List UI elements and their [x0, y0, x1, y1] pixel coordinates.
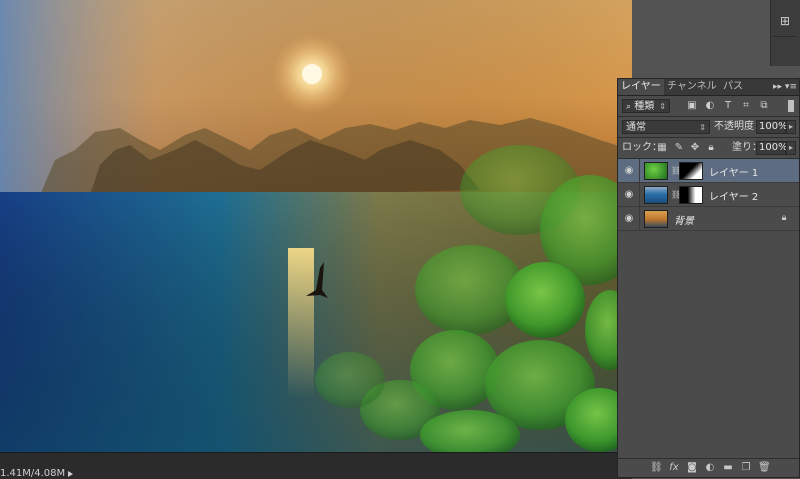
status-menu-arrow-icon[interactable] — [68, 471, 73, 477]
tab-paths[interactable]: パス — [720, 79, 746, 95]
filter-kind-value: 種類 — [634, 101, 655, 112]
adjustment-filter-icon[interactable]: ◐ — [704, 100, 716, 112]
chevron-down-icon: ⇕ — [699, 123, 706, 132]
canvas-image[interactable] — [0, 0, 632, 452]
chain-link-icon[interactable]: ⛓︎ — [671, 190, 681, 200]
document-canvas-area[interactable]: 1.41M/4.08M — [0, 0, 632, 479]
layer-name[interactable]: レイヤー 1 — [709, 164, 758, 179]
layer-thumbnail[interactable] — [644, 186, 668, 204]
panel-tab-bar: レイヤー チャンネル パス ▸▸ ▾≡ — [618, 79, 799, 96]
opacity-input[interactable]: 100% — [756, 120, 788, 134]
lock-image-brush-icon[interactable]: ✎ — [673, 142, 685, 154]
pixel-filter-icon[interactable]: ▣ — [686, 100, 698, 112]
fill-input[interactable]: 100% — [756, 141, 788, 155]
eye-icon[interactable]: ◉ — [623, 165, 635, 177]
opacity-slider-arrow-icon[interactable]: ▸ — [786, 120, 796, 134]
link-layers-icon[interactable]: ⛓︎ — [650, 462, 663, 474]
layer-row-layer-1[interactable]: ◉ ⛓︎ レイヤー 1 — [618, 159, 799, 183]
new-layer-icon[interactable]: ❐ — [740, 462, 752, 474]
composite-artwork — [0, 0, 632, 452]
adjustment-icon[interactable]: ◐ — [704, 462, 716, 474]
visibility-column-divider — [639, 207, 640, 231]
visibility-column-divider — [639, 159, 640, 183]
trash-icon[interactable]: 🗑︎ — [758, 462, 771, 474]
tab-channels[interactable]: チャンネル — [664, 79, 720, 95]
blend-row: 通常 ⇕ 不透明度： 100% ▸ — [618, 117, 799, 137]
blend-mode-select[interactable]: 通常 ⇕ — [622, 120, 710, 134]
lock-all-icon[interactable]: 🔒︎ — [705, 142, 717, 154]
folder-icon[interactable]: ▬ — [722, 462, 734, 474]
visibility-column-divider — [639, 183, 640, 207]
layer-row-layer-2[interactable]: ◉ ⛓︎ レイヤー 2 — [618, 183, 799, 207]
tab-layers[interactable]: レイヤー — [618, 79, 664, 95]
layer-mask-thumbnail[interactable] — [679, 162, 703, 180]
layer-row-background[interactable]: ◉ 背景 🔒︎ — [618, 207, 799, 231]
chevron-down-icon: ⇕ — [659, 102, 666, 111]
panel-menu-icon[interactable]: ▸▸ ▾≡ — [773, 81, 797, 93]
lock-icon: 🔒︎ — [781, 213, 787, 223]
layer-name[interactable]: レイヤー 2 — [709, 188, 758, 203]
dock-divider — [773, 36, 797, 37]
blend-mode-value: 通常 — [626, 122, 646, 133]
layer-mask-thumbnail[interactable] — [679, 186, 703, 204]
layers-panel: レイヤー チャンネル パス ▸▸ ▾≡ ⌕ 種類 ⇕ ▣ ◐ T ⌗ ⧉ 通常 … — [617, 78, 800, 478]
document-size-readout: 1.41M/4.08M — [0, 468, 66, 479]
eye-icon[interactable]: ◉ — [623, 213, 635, 225]
collapsed-panel-strip — [770, 0, 800, 66]
layers-panel-footer: ⛓︎ fx ◙ ◐ ▬ ❐ 🗑︎ — [618, 458, 799, 477]
layer-thumbnail[interactable] — [644, 210, 668, 228]
search-icon: ⌕ — [626, 102, 632, 112]
layer-thumbnail[interactable] — [644, 162, 668, 180]
type-filter-icon[interactable]: T — [722, 100, 734, 112]
fx-icon[interactable]: fx — [668, 462, 680, 474]
smart-object-filter-icon[interactable]: ⧉ — [758, 100, 770, 112]
chain-link-icon[interactable]: ⛓︎ — [671, 166, 681, 176]
filter-toggle-icon[interactable] — [788, 100, 794, 112]
lock-position-move-icon[interactable]: ✥ — [689, 142, 701, 154]
eye-icon[interactable]: ◉ — [623, 189, 635, 201]
layer-filter-row: ⌕ 種類 ⇕ ▣ ◐ T ⌗ ⧉ — [618, 96, 799, 116]
panel-toggle-icon[interactable]: ⊞ — [778, 14, 792, 28]
lock-row: ロック： ▦ ✎ ✥ 🔒︎ 塗り： 100% ▸ — [618, 138, 799, 158]
status-bar: 1.41M/4.08M — [0, 452, 632, 479]
shape-filter-icon[interactable]: ⌗ — [740, 100, 752, 112]
filter-kind-select[interactable]: ⌕ 種類 ⇕ — [622, 99, 670, 113]
layer-name[interactable]: 背景 — [674, 212, 694, 227]
lock-transparency-icon[interactable]: ▦ — [656, 142, 668, 154]
fill-slider-arrow-icon[interactable]: ▸ — [786, 141, 796, 155]
add-mask-icon[interactable]: ◙ — [686, 462, 698, 474]
